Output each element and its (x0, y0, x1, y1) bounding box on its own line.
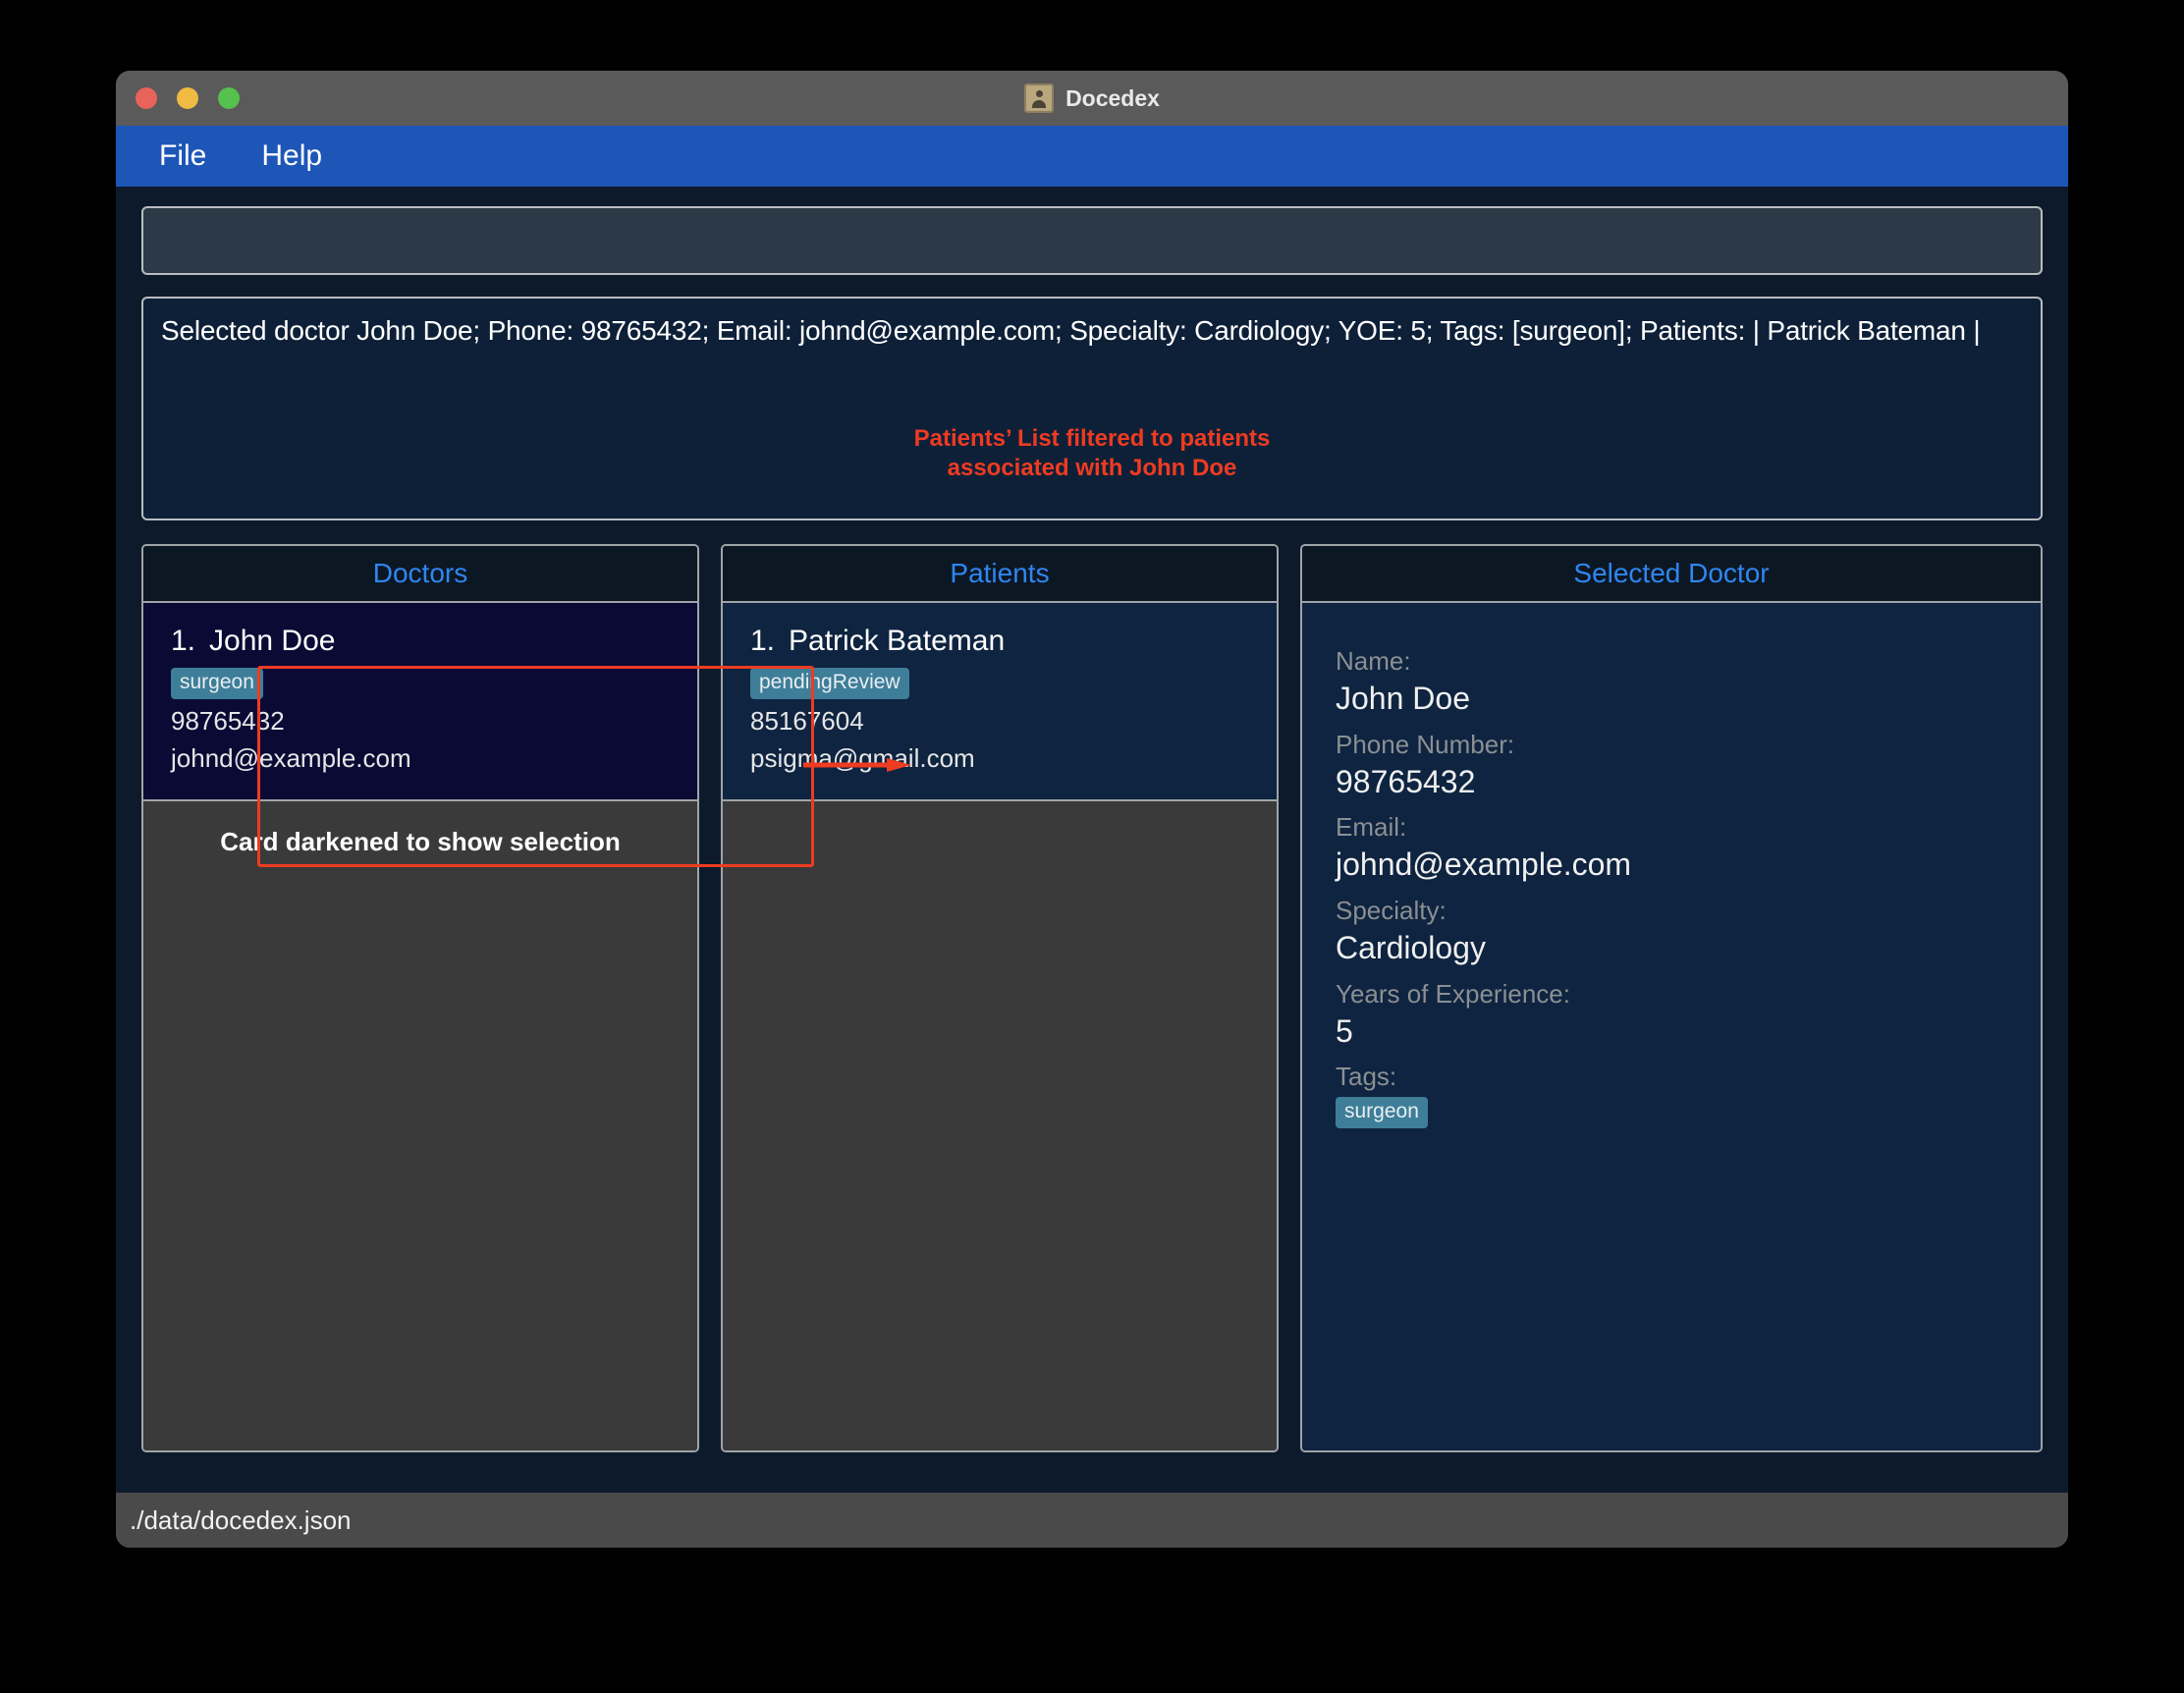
patient-card-tag: pendingReview (750, 668, 909, 699)
patient-card-index: 1. (750, 625, 776, 657)
patient-card-name: Patrick Bateman (789, 625, 1006, 657)
app-window: Docedex File Help Selected doctor John D… (116, 71, 2068, 1548)
panel-title-doctors: Doctors (372, 558, 468, 588)
panel-header-patients: Patients (723, 546, 1277, 603)
menu-bar: File Help (116, 126, 2068, 187)
selected-doctor-details: Name: John Doe Phone Number: 98765432 Em… (1302, 603, 2041, 1450)
panel-header-selected-doctor: Selected Doctor (1302, 546, 2041, 603)
patient-card-email: psigma@gmail.com (750, 743, 975, 773)
panel-row: Doctors 1. John Doe surgeon 98765432 john… (141, 544, 2043, 1452)
title-center-group: Docedex (116, 83, 2068, 113)
patient-card-phone: 85167604 (750, 706, 864, 736)
title-bar: Docedex (116, 71, 2068, 126)
detail-label-name: Name: (1336, 646, 1411, 676)
detail-value-specialty: Cardiology (1336, 930, 1486, 966)
detail-value-yoe: 5 (1336, 1012, 1353, 1049)
panel-title-selected-doctor: Selected Doctor (1573, 558, 1770, 588)
annotation-darkened-note: Card darkened to show selection (220, 827, 621, 856)
panel-selected-doctor: Selected Doctor Name: John Doe Phone Num… (1300, 544, 2043, 1452)
detail-tag-surgeon: surgeon (1336, 1096, 1428, 1128)
status-bar: ./data/docedex.json (116, 1493, 2068, 1548)
annotation-filter-line2: associated with John Doe (947, 455, 1237, 481)
doctor-card-index: 1. (171, 625, 196, 657)
annotation-filter-note: Patients’ List filtered to patients asso… (143, 424, 2041, 483)
patient-card-title: 1. Patrick Bateman (750, 625, 1249, 658)
patients-list[interactable]: 1. Patrick Bateman pendingReview 85167604… (723, 603, 1277, 1450)
command-input[interactable] (141, 206, 2043, 275)
annotation-filter-line1: Patients’ List filtered to patients (913, 425, 1271, 452)
app-title: Docedex (1065, 84, 1160, 111)
panel-title-patients: Patients (950, 558, 1050, 588)
doctor-card-tag: surgeon (171, 668, 263, 699)
doctor-card[interactable]: 1. John Doe surgeon 98765432 johnd@exampl… (143, 603, 697, 801)
detail-label-phone: Phone Number: (1336, 729, 1515, 759)
detail-tags-row: surgeon (1336, 1096, 2007, 1128)
panel-header-doctors: Doctors (143, 546, 697, 603)
result-display-box: Selected doctor John Doe; Phone: 9876543… (141, 297, 2043, 520)
menu-item-file[interactable]: File (151, 137, 214, 175)
detail-label-yoe: Years of Experience: (1336, 978, 1570, 1009)
app-body: Selected doctor John Doe; Phone: 9876543… (116, 187, 2068, 1493)
panel-patients: Patients 1. Patrick Bateman pendingReview… (721, 544, 1279, 1452)
detail-label-email: Email: (1336, 812, 1407, 843)
detail-label-specialty: Specialty: (1336, 896, 1447, 926)
doctors-list[interactable]: 1. John Doe surgeon 98765432 johnd@exampl… (143, 603, 697, 1450)
doctor-card-email: johnd@example.com (171, 743, 411, 773)
patient-card[interactable]: 1. Patrick Bateman pendingReview 85167604… (723, 603, 1277, 801)
detail-value-email: johnd@example.com (1336, 846, 1632, 883)
doctor-card-title: 1. John Doe (171, 625, 670, 658)
doctor-card-name: John Doe (209, 625, 336, 657)
result-text: Selected doctor John Doe; Phone: 9876543… (161, 315, 1981, 346)
doctor-card-phone: 98765432 (171, 706, 285, 736)
detail-label-tags: Tags: (1336, 1062, 1397, 1092)
menu-item-help[interactable]: Help (253, 137, 330, 175)
detail-value-phone: 98765432 (1336, 763, 1476, 799)
detail-value-name: John Doe (1336, 681, 1470, 717)
address-book-icon (1024, 83, 1055, 113)
panel-doctors: Doctors 1. John Doe surgeon 98765432 john… (141, 544, 699, 1452)
status-bar-path: ./data/docedex.json (130, 1504, 352, 1535)
